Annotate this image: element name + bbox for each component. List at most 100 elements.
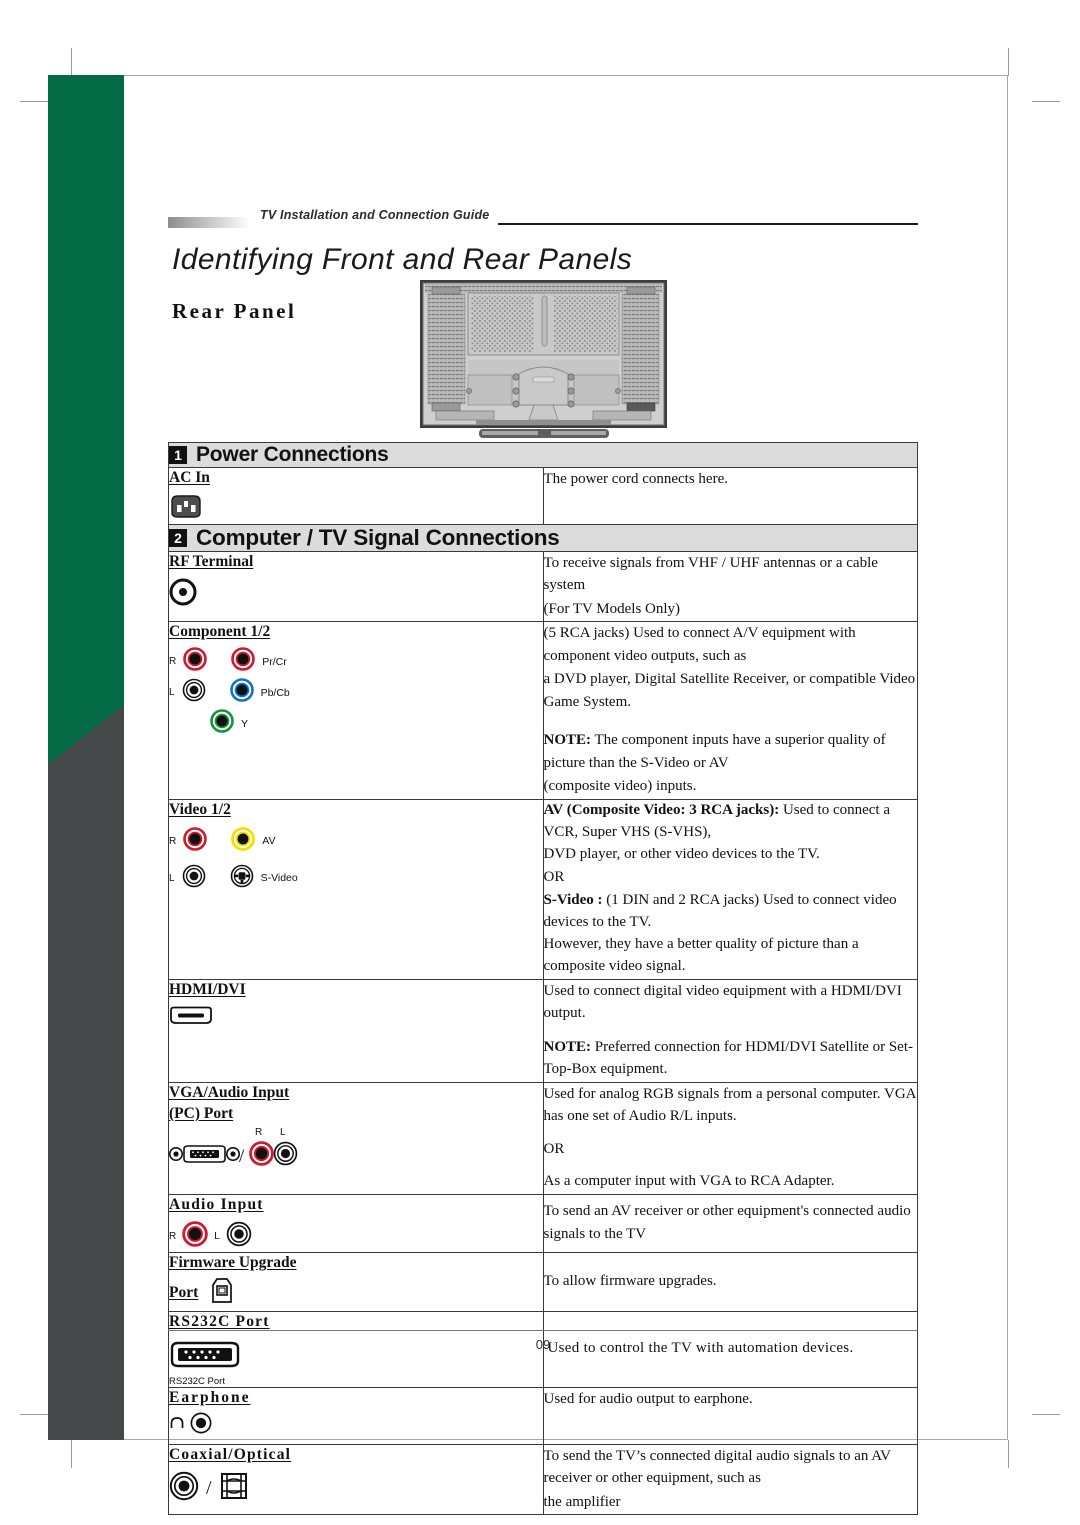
desc-vga-1: Used for analog RGB signals from a perso… bbox=[543, 1085, 916, 1125]
cell-label-vga: VGA/Audio Input (PC) Port R L / bbox=[168, 1081, 544, 1195]
jack-tag-l: L bbox=[169, 687, 175, 699]
icon-row-hdmi bbox=[169, 1006, 543, 1030]
rca-jack-white-icon bbox=[182, 864, 206, 893]
desc-component-1: (5 RCA jacks) Used to connect A/V equipm… bbox=[543, 625, 856, 664]
crop-mark-bottom-right-v bbox=[1008, 1440, 1009, 1468]
tv-rear-panel-illustration bbox=[416, 277, 671, 442]
crop-mark-top-right-v bbox=[1008, 48, 1009, 76]
cell-desc-video: AV (Composite Video: 3 RCA jacks): Used … bbox=[542, 798, 918, 980]
section-number-badge: 1 bbox=[169, 446, 187, 464]
jack-tag-y: Y bbox=[241, 717, 249, 730]
jack-tag-pb-cb: Pb/Cb bbox=[260, 686, 290, 699]
jack-tag-l: L bbox=[280, 1126, 286, 1138]
hdmi-port-icon bbox=[169, 1006, 213, 1030]
optical-toslink-icon bbox=[219, 1471, 249, 1506]
table-row-hdmi: HDMI/DVI Used to connect digital video e… bbox=[168, 978, 918, 1083]
header-gradient-bar bbox=[168, 217, 250, 228]
svideo-prefix: S-Video : bbox=[543, 891, 603, 908]
icon-row-rf bbox=[169, 578, 543, 611]
note-prefix: NOTE: bbox=[543, 1038, 592, 1055]
rca-jack-red-icon bbox=[249, 1140, 274, 1171]
ac-power-inlet-icon bbox=[169, 494, 203, 524]
label-coaxial-optical: Coaxial/Optical bbox=[169, 1445, 292, 1463]
cell-desc-hdmi: Used to connect digital video equipment … bbox=[542, 978, 918, 1083]
av-prefix: AV (Composite Video: 3 RCA jacks): bbox=[543, 801, 780, 818]
rs232c-de9-connector-icon bbox=[169, 1341, 241, 1373]
cell-label-earphone: Earphone bbox=[168, 1386, 544, 1445]
cell-desc-firmware: To allow firmware upgrades. bbox=[542, 1251, 918, 1312]
cell-label-component: Component 1/2 R Pr/Cr L Pb/Cb Y bbox=[168, 621, 544, 800]
table-row-vga: VGA/Audio Input (PC) Port R L / Used for… bbox=[168, 1081, 918, 1195]
rca-jack-red-prcr-icon bbox=[231, 647, 256, 676]
desc-coaxial-1: To send the TV’s connected digital audio… bbox=[543, 1447, 891, 1487]
section-subtitle: Rear Panel bbox=[172, 299, 297, 323]
rca-jack-red-icon bbox=[182, 1221, 209, 1252]
rca-jack-green-y-icon bbox=[210, 709, 234, 738]
cell-label-rf-terminal: RF Terminal bbox=[168, 550, 544, 623]
table-row-audio-input: Audio Input R L To send an AV receiver o… bbox=[168, 1193, 918, 1253]
crop-mark-top-left-v bbox=[71, 48, 72, 76]
header-rule bbox=[498, 223, 918, 225]
section-title: Computer / TV Signal Connections bbox=[196, 524, 560, 550]
cell-desc-component: (5 RCA jacks) Used to connect A/V equipm… bbox=[542, 621, 918, 800]
jack-tag-l: L bbox=[214, 1230, 220, 1242]
desc-ac-in: The power cord connects here. bbox=[543, 471, 729, 487]
icon-grid-component: R Pr/Cr L Pb/Cb Y bbox=[169, 647, 543, 738]
section-header-power: 1 Power Connections bbox=[168, 442, 918, 468]
label-video: Video 1/2 bbox=[169, 800, 231, 818]
jack-tag-r: R bbox=[169, 656, 177, 668]
label-audio-input: Audio Input bbox=[169, 1195, 264, 1213]
label-firmware-line1: Firmware Upgrade bbox=[169, 1253, 297, 1271]
component-jack-row-3: Y bbox=[169, 709, 543, 738]
guide-title: TV Installation and Connection Guide bbox=[260, 208, 490, 222]
icon-row-coaxial-optical: / bbox=[169, 1471, 543, 1506]
usb-type-b-port-icon bbox=[207, 1276, 237, 1311]
rca-jack-blue-pbcb-icon bbox=[229, 678, 254, 707]
jack-tag-r: R bbox=[255, 1126, 263, 1138]
cell-desc-audio-input: To send an AV receiver or other equipmen… bbox=[542, 1193, 918, 1253]
note-text: Preferred connection for HDMI/DVI Satell… bbox=[543, 1038, 914, 1078]
desc-vga-2: As a computer input with VGA to RCA Adap… bbox=[543, 1173, 835, 1190]
s-video-mini-din-icon bbox=[230, 864, 254, 893]
label-hdmi: HDMI/DVI bbox=[169, 980, 246, 998]
desc-component-2: a DVD player, Digital Satellite Receiver… bbox=[543, 671, 916, 710]
caption-rs232c-port: RS232C Port bbox=[169, 1375, 225, 1387]
table-row-ac-in: AC In The power cord connects here. bbox=[168, 467, 918, 525]
label-component: Component 1/2 bbox=[169, 623, 271, 641]
cell-desc-vga: Used for analog RGB signals from a perso… bbox=[542, 1081, 918, 1195]
table-row-earphone: Earphone Used for audio output to earpho… bbox=[168, 1386, 918, 1445]
crop-mark-top-left-h bbox=[20, 101, 48, 102]
section-header-signal: 2 Computer / TV Signal Connections bbox=[168, 523, 918, 552]
rca-jack-white-icon bbox=[226, 1221, 252, 1252]
desc-video-svideo: S-Video : (1 DIN and 2 RCA jacks) Used t… bbox=[544, 890, 918, 934]
jack-tag-r: R bbox=[169, 835, 177, 847]
earphone-jack-icon bbox=[190, 1412, 212, 1439]
label-firmware-line2: Port bbox=[169, 1283, 199, 1301]
desc-video-av: AV (Composite Video: 3 RCA jacks): Used … bbox=[544, 800, 918, 844]
note-prefix: NOTE: bbox=[543, 732, 592, 749]
crop-mark-bottom-left-v bbox=[71, 1440, 72, 1468]
cell-label-video: Video 1/2 R AV L S-Video bbox=[168, 798, 544, 980]
icon-row-earphone bbox=[169, 1412, 543, 1439]
vga-dsub-port-icon: / bbox=[169, 1142, 247, 1171]
video-jack-row-1: R AV bbox=[169, 826, 543, 856]
icon-row-firmware: Port bbox=[169, 1276, 543, 1311]
rca-jack-yellow-av-icon bbox=[231, 826, 256, 856]
desc-rf-1: To receive signals from VHF / UHF antenn… bbox=[543, 554, 878, 594]
jack-tag-r: R bbox=[169, 1230, 177, 1242]
jack-tag-av: AV bbox=[262, 835, 276, 848]
slash-separator: / bbox=[206, 1476, 212, 1499]
desc-firmware: To allow firmware upgrades. bbox=[543, 1273, 717, 1290]
video-jack-row-2: L S-Video bbox=[169, 864, 543, 893]
cell-label-firmware: Firmware Upgrade Port bbox=[168, 1251, 544, 1312]
rca-jack-red-icon bbox=[183, 827, 208, 856]
running-header: TV Installation and Connection Guide bbox=[168, 205, 918, 239]
desc-hdmi: Used to connect digital video equipment … bbox=[543, 982, 902, 1022]
coaxial-digital-audio-icon bbox=[169, 1471, 199, 1506]
desc-audio-input: To send an AV receiver or other equipmen… bbox=[543, 1203, 911, 1242]
label-earphone: Earphone bbox=[169, 1388, 251, 1406]
table-row-coaxial-optical: Coaxial/Optical / To send the TV’s conne… bbox=[168, 1443, 918, 1516]
desc-vga-or: OR bbox=[543, 1140, 565, 1157]
sidebar-diagonal-wedge bbox=[48, 705, 124, 765]
desc-video-or: OR bbox=[543, 869, 565, 886]
